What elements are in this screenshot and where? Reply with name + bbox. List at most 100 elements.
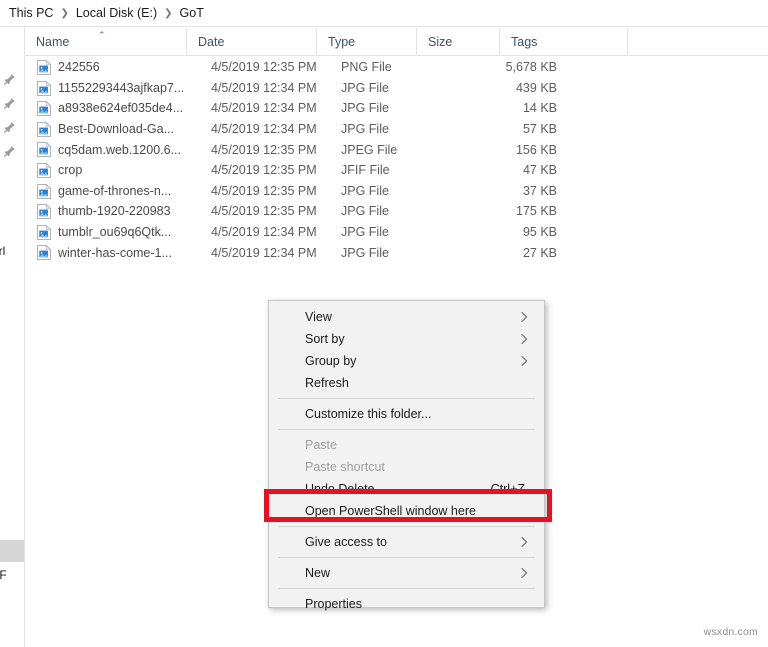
- file-row[interactable]: 242556 4/5/2019 12:35 PM PNG File 5,678 KB: [25, 57, 768, 78]
- file-date: 4/5/2019 12:35 PM: [211, 183, 317, 198]
- context-menu-item-label: New: [305, 566, 331, 580]
- file-type: JPG File: [341, 225, 389, 240]
- file-name: thumb-1920-220983: [58, 204, 171, 219]
- file-date: 4/5/2019 12:35 PM: [211, 142, 317, 157]
- context-menu-separator: [278, 398, 535, 399]
- context-menu-item-label: Refresh: [305, 376, 349, 390]
- context-menu-separator: [278, 588, 535, 589]
- file-type: PNG File: [341, 60, 392, 75]
- nav-item-selected-highlight[interactable]: [0, 540, 24, 562]
- file-size: 27 KB: [522, 245, 557, 260]
- column-header-name-label: Name: [36, 35, 70, 49]
- chevron-right-icon: [521, 311, 528, 323]
- context-menu: View Sort by Group by Refresh Customize this…: [268, 300, 545, 611]
- file-date: 4/5/2019 12:35 PM: [211, 204, 317, 219]
- file-date: 4/5/2019 12:34 PM: [211, 80, 317, 95]
- context-menu-item-label: Paste: [305, 438, 337, 452]
- navigation-pane: carl y (F: [0, 27, 25, 647]
- file-date: 4/5/2019 12:34 PM: [211, 101, 317, 116]
- file-date: 4/5/2019 12:34 PM: [211, 245, 317, 260]
- column-header-row: Name ⌃ Date Type Size Tags: [25, 28, 768, 56]
- context-menu-item[interactable]: Customize this folder...: [269, 403, 544, 425]
- file-row[interactable]: a8938e624ef035de4... 4/5/2019 12:34 PM JPG…: [25, 98, 768, 119]
- image-file-icon: [37, 121, 52, 137]
- file-size: 95 KB: [522, 225, 557, 240]
- pin-icon: [3, 145, 16, 158]
- file-row[interactable]: crop 4/5/2019 12:35 PM JFIF File 47 KB: [25, 160, 768, 181]
- file-name: winter-has-come-1...: [58, 245, 172, 260]
- context-menu-item-label: View: [305, 310, 332, 324]
- breadcrumb-separator-icon: ❯: [60, 8, 69, 19]
- file-row[interactable]: game-of-thrones-n... 4/5/2019 12:35 PM JPG…: [25, 181, 768, 202]
- file-row[interactable]: thumb-1920-220983 4/5/2019 12:35 PM JPG Fi…: [25, 201, 768, 222]
- file-type: JPG File: [341, 101, 389, 116]
- column-header-type[interactable]: Type: [316, 28, 416, 56]
- image-file-icon: [37, 203, 52, 220]
- sort-ascending-icon: ⌃: [98, 30, 106, 40]
- file-name: 242556: [58, 60, 100, 75]
- context-menu-separator: [278, 526, 535, 527]
- file-row[interactable]: 11552293443ajfkap7... 4/5/2019 12:34 PM JP…: [25, 78, 768, 99]
- pin-icon: [3, 73, 16, 86]
- file-name: a8938e624ef035de4...: [58, 101, 184, 116]
- context-menu-item: Paste shortcut: [269, 456, 544, 478]
- chevron-right-icon: [521, 567, 528, 579]
- chevron-right-icon: [521, 355, 528, 367]
- breadcrumb-item-local-disk[interactable]: Local Disk (E:): [76, 6, 157, 20]
- column-header-tags[interactable]: Tags: [499, 28, 627, 56]
- file-row[interactable]: Best-Download-Ga... 4/5/2019 12:34 PM JPG …: [25, 119, 768, 140]
- column-header-size-label: Size: [428, 35, 453, 49]
- file-size: 5,678 KB: [505, 60, 557, 75]
- file-row[interactable]: winter-has-come-1... 4/5/2019 12:34 PM JPG…: [25, 242, 768, 263]
- file-name: cq5dam.web.1200.6...: [58, 142, 181, 157]
- pin-icon: [3, 121, 16, 134]
- file-size: 439 KB: [515, 80, 557, 95]
- nav-item-clipped-drive[interactable]: y (F: [0, 568, 7, 582]
- breadcrumb-item-this-pc[interactable]: This PC: [9, 6, 53, 20]
- file-name: 11552293443ajfkap7...: [58, 80, 185, 95]
- column-header-name[interactable]: Name ⌃: [25, 28, 186, 56]
- image-file-icon: [37, 59, 52, 75]
- file-type: JPG File: [341, 245, 389, 260]
- column-header-size[interactable]: Size: [416, 28, 499, 56]
- file-type: JFIF File: [341, 163, 390, 178]
- context-menu-separator: [278, 557, 535, 558]
- chevron-right-icon: [521, 333, 528, 345]
- context-menu-item-label: Sort by: [305, 332, 345, 346]
- file-date: 4/5/2019 12:35 PM: [211, 163, 317, 178]
- breadcrumb-separator-icon: ❯: [164, 8, 173, 19]
- context-menu-item[interactable]: View: [269, 306, 544, 328]
- file-type: JPG File: [341, 183, 389, 198]
- breadcrumb-item-got[interactable]: GoT: [180, 6, 204, 20]
- explorer-window: This PC ❯ Local Disk (E:) ❯ GoT carl y (…: [0, 0, 768, 647]
- file-row[interactable]: cq5dam.web.1200.6... 4/5/2019 12:35 PM JPE…: [25, 139, 768, 160]
- file-list: 242556 4/5/2019 12:35 PM PNG File 5,678 KB …: [25, 57, 768, 263]
- image-file-icon: [37, 142, 52, 158]
- file-name: game-of-thrones-n...: [58, 183, 172, 198]
- context-menu-item[interactable]: New: [269, 562, 544, 584]
- column-header-date[interactable]: Date: [186, 28, 316, 56]
- file-date: 4/5/2019 12:35 PM: [211, 60, 317, 75]
- file-size: 14 KB: [522, 101, 557, 116]
- context-menu-item[interactable]: Refresh: [269, 372, 544, 394]
- file-type: JPEG File: [341, 142, 398, 157]
- file-size: 57 KB: [522, 122, 557, 137]
- context-menu-item-label: Paste shortcut: [305, 460, 385, 474]
- file-date: 4/5/2019 12:34 PM: [211, 225, 317, 240]
- breadcrumb: This PC ❯ Local Disk (E:) ❯ GoT: [0, 0, 768, 27]
- image-file-icon: [37, 162, 52, 178]
- file-row[interactable]: tumblr_ou69q6Qtk... 4/5/2019 12:34 PM JPG …: [25, 222, 768, 243]
- context-menu-item[interactable]: Group by: [269, 350, 544, 372]
- context-menu-item-label: Group by: [305, 354, 357, 368]
- context-menu-item[interactable]: Sort by: [269, 328, 544, 350]
- context-menu-item[interactable]: Give access to: [269, 531, 544, 553]
- file-type: JPG File: [341, 204, 389, 219]
- annotation-highlight-box: [264, 489, 552, 522]
- context-menu-item[interactable]: Properties: [269, 593, 544, 615]
- image-file-icon: [37, 245, 52, 261]
- nav-item-clipped-label[interactable]: carl: [0, 244, 5, 258]
- file-name: Best-Download-Ga...: [58, 122, 175, 137]
- file-size: 175 KB: [515, 204, 557, 219]
- chevron-right-icon: [521, 536, 528, 548]
- file-name: crop: [58, 163, 83, 178]
